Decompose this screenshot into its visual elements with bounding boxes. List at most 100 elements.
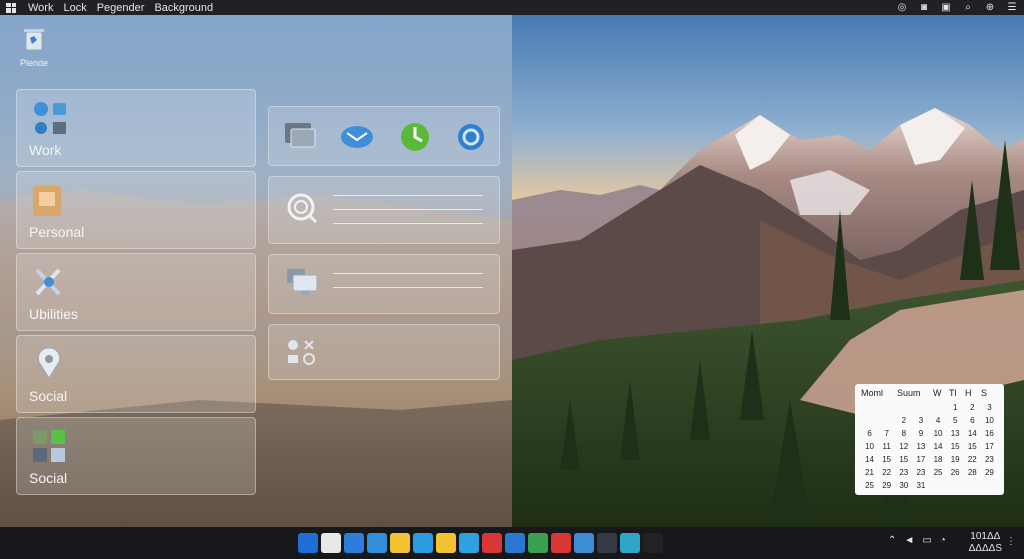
- mail-icon[interactable]: [339, 123, 375, 151]
- calendar-day[interactable]: 14: [930, 442, 947, 451]
- remote-desktop-icon[interactable]: [283, 121, 319, 153]
- calendar-day[interactable]: 6: [861, 429, 878, 438]
- calendar-day[interactable]: 22: [964, 455, 981, 464]
- tile-utilities[interactable]: Ubilities: [16, 253, 256, 331]
- calendar-day[interactable]: 23: [912, 468, 929, 477]
- pin-icon[interactable]: ⌕: [962, 1, 974, 13]
- calendar-day[interactable]: 10: [861, 442, 878, 451]
- menu-item-background[interactable]: Background: [154, 2, 213, 14]
- record-icon[interactable]: ◎: [896, 1, 908, 13]
- system-tray: ⌃ ◄ ▭ ◔: [888, 535, 946, 546]
- calendar-day[interactable]: 2: [895, 416, 912, 425]
- taskbar-app-icon[interactable]: [620, 533, 640, 553]
- top-tray: ◎ ◙ ▣ ⌕ ⊕ ☰: [896, 1, 1018, 13]
- calendar-day[interactable]: 19: [947, 455, 964, 464]
- calendar-day[interactable]: 15: [947, 442, 964, 451]
- calendar-day[interactable]: 17: [981, 442, 998, 451]
- taskbar-app-icon[interactable]: [597, 533, 617, 553]
- sync-clock-icon[interactable]: [397, 119, 433, 155]
- calendar-day[interactable]: 15: [895, 455, 912, 464]
- taskbar-app-icon[interactable]: [505, 533, 525, 553]
- tile-work[interactable]: Work: [16, 89, 256, 167]
- calendar-day[interactable]: 17: [912, 455, 929, 464]
- weekday-label: W: [933, 388, 942, 398]
- chevron-up-icon[interactable]: ⌃: [888, 535, 896, 546]
- calendar-day[interactable]: 30: [895, 481, 912, 490]
- calendar-day[interactable]: 13: [947, 429, 964, 438]
- calendar-day[interactable]: 3: [981, 403, 998, 412]
- calendar-day[interactable]: 21: [861, 468, 878, 477]
- quick-settings-tile[interactable]: [268, 324, 500, 380]
- lock-icon[interactable]: ▣: [940, 1, 952, 13]
- taskbar-app-icon[interactable]: [528, 533, 548, 553]
- calendar-day[interactable]: 25: [930, 468, 947, 477]
- weekday-label: Moml: [861, 388, 883, 398]
- wifi-icon[interactable]: ◔: [940, 535, 946, 546]
- menu-item-lock[interactable]: Lock: [63, 2, 86, 14]
- calendar-day[interactable]: 7: [878, 429, 895, 438]
- calendar-day[interactable]: 10: [930, 429, 947, 438]
- calendar-day[interactable]: 13: [912, 442, 929, 451]
- search-widget-tile[interactable]: [268, 176, 500, 244]
- settings-sliders-icon[interactable]: ☰: [1006, 1, 1018, 13]
- taskbar-app-icon[interactable]: [413, 533, 433, 553]
- taskbar-app-icon[interactable]: [367, 533, 387, 553]
- taskbar-app-icon[interactable]: [436, 533, 456, 553]
- calendar-day[interactable]: 29: [878, 481, 895, 490]
- taskbar-app-icon[interactable]: [390, 533, 410, 553]
- menu-item-work[interactable]: Work: [28, 2, 53, 14]
- speaker-icon[interactable]: ◄: [904, 535, 914, 546]
- calendar-day[interactable]: 18: [930, 455, 947, 464]
- calendar-day[interactable]: 10: [981, 416, 998, 425]
- calendar-day[interactable]: 23: [981, 455, 998, 464]
- taskbar-app-icon[interactable]: [321, 533, 341, 553]
- calendar-day[interactable]: 9: [912, 429, 929, 438]
- calendar-day[interactable]: 22: [878, 468, 895, 477]
- calendar-day[interactable]: 16: [981, 429, 998, 438]
- tile-personal[interactable]: Personal: [16, 171, 256, 249]
- calendar-day[interactable]: 15: [878, 455, 895, 464]
- taskbar-app-icon[interactable]: [551, 533, 571, 553]
- globe-icon[interactable]: ⊕: [984, 1, 996, 13]
- calendar-day[interactable]: 8: [895, 429, 912, 438]
- calendar-day[interactable]: 25: [861, 481, 878, 490]
- calendar-day[interactable]: 31: [912, 481, 929, 490]
- taskbar-app-icon[interactable]: [459, 533, 479, 553]
- calendar-day[interactable]: 14: [861, 455, 878, 464]
- display-widget-tile[interactable]: [268, 254, 500, 314]
- calendar-day: [861, 416, 878, 425]
- calendar-day[interactable]: 23: [895, 468, 912, 477]
- taskbar-app-icon[interactable]: [482, 533, 502, 553]
- camera-icon[interactable]: ◙: [918, 1, 930, 13]
- browser-globe-icon[interactable]: [455, 121, 487, 153]
- calendar-day[interactable]: 5: [947, 416, 964, 425]
- calendar-day[interactable]: 3: [912, 416, 929, 425]
- taskbar-clock[interactable]: 101ΔΔ ΔΔΔΔS: [969, 531, 1002, 555]
- calendar-day[interactable]: 6: [964, 416, 981, 425]
- tile-social-maps[interactable]: Social: [16, 335, 256, 413]
- taskbar-app-icon[interactable]: [574, 533, 594, 553]
- weekday-label: H: [965, 388, 972, 398]
- taskbar-app-icon[interactable]: [344, 533, 364, 553]
- taskbar-app-icon[interactable]: [643, 533, 663, 553]
- calendar-day[interactable]: 2: [964, 403, 981, 412]
- tile-label: Social: [29, 470, 68, 486]
- desktop-icon-recycle-bin[interactable]: Plende: [14, 26, 54, 68]
- tile-social-apps[interactable]: Social: [16, 417, 256, 495]
- calendar-day-grid: 1 2 3 2 3 4 5 6 10 6 7 8 9 10 13 14 16 10 11 12 13 14 15 15 17 14…: [861, 403, 998, 490]
- notification-icon[interactable]: ⋮: [1006, 536, 1016, 547]
- windows-logo-icon[interactable]: [6, 2, 16, 13]
- calendar-day[interactable]: 12: [895, 442, 912, 451]
- calendar-day[interactable]: 11: [878, 442, 895, 451]
- calendar-day[interactable]: 29: [981, 468, 998, 477]
- menu-item-pegender[interactable]: Pegender: [97, 2, 145, 14]
- start-button-icon[interactable]: [298, 533, 318, 553]
- calendar-day[interactable]: 15: [964, 442, 981, 451]
- battery-icon[interactable]: ▭: [922, 535, 931, 546]
- calendar-day[interactable]: 14: [964, 429, 981, 438]
- calendar-day[interactable]: 28: [964, 468, 981, 477]
- calendar-day[interactable]: 1: [947, 403, 964, 412]
- calendar-widget[interactable]: Moml Suum W Tl H S 1 2 3 2 3 4 5 6 10 6 7 8 9 10 13 14 1…: [855, 384, 1004, 495]
- calendar-day[interactable]: 4: [930, 416, 947, 425]
- calendar-day[interactable]: 26: [947, 468, 964, 477]
